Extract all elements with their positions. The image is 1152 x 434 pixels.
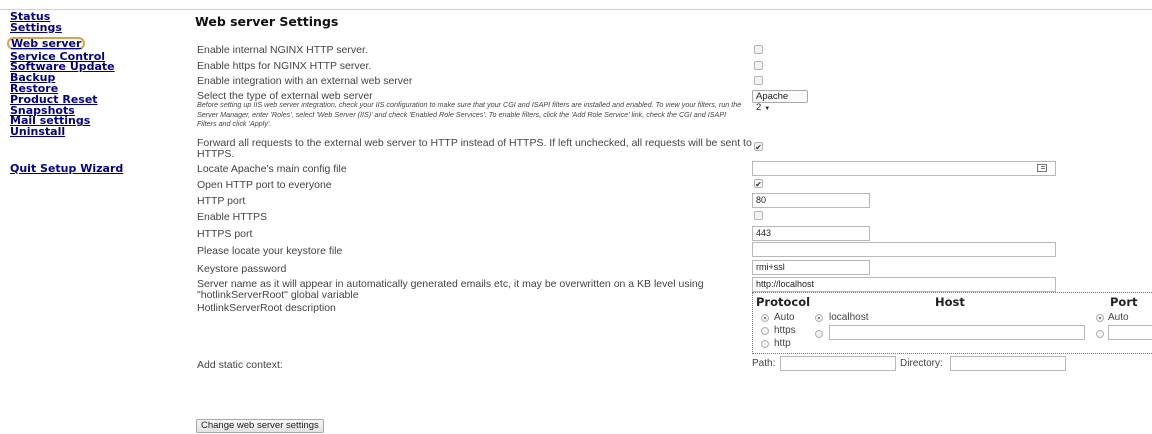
keystore-file-input[interactable]	[752, 242, 1056, 257]
host-localhost-radio[interactable]	[815, 314, 823, 322]
keystore-file-label: Please locate your keystore file	[197, 245, 343, 257]
protocol-http-radio[interactable]	[761, 340, 769, 348]
enable-external-label: Enable integration with an external web …	[197, 75, 413, 87]
path-label: Path:	[752, 358, 776, 369]
chevron-down-icon: ▼	[764, 106, 771, 112]
directory-label: Directory:	[900, 358, 943, 369]
forward-http-checkbox[interactable]: ✔	[754, 142, 763, 152]
hotlink-desc-label: HotlinkServerRoot description	[197, 302, 336, 314]
enable-https-checkbox[interactable]	[754, 211, 763, 220]
host-custom-input[interactable]	[829, 325, 1085, 340]
port-custom-input[interactable]	[1108, 325, 1152, 340]
sidebar-item-uninstall[interactable]: Uninstall	[10, 126, 160, 138]
file-browse-icon[interactable]	[1037, 164, 1047, 172]
sidebar-item-web-server[interactable]: Web server	[7, 36, 86, 50]
server-name-input[interactable]: http://localhost	[752, 277, 1056, 292]
server-name-label: Server name as it will appear in automat…	[197, 278, 704, 301]
change-settings-button[interactable]: Change web server settings	[196, 419, 324, 433]
host-custom-radio[interactable]	[815, 330, 823, 338]
keystore-password-label: Keystore password	[197, 263, 287, 275]
protocol-https-label: https	[774, 325, 796, 336]
open-http-port-label: Open HTTP port to everyone	[197, 179, 332, 191]
sidebar-nav: Status Settings Web server Service Contr…	[7, 11, 160, 175]
host-header: Host	[935, 295, 965, 309]
enable-nginx-label: Enable internal NGINX HTTP server.	[197, 44, 368, 56]
enable-https-nginx-checkbox[interactable]	[754, 61, 763, 70]
keystore-password-input[interactable]: rmi+ssl	[752, 260, 870, 275]
static-context-label: Add static context:	[197, 359, 283, 371]
external-type-value: Apache 2	[756, 91, 789, 113]
port-auto-radio[interactable]	[1096, 314, 1104, 322]
protocol-header: Protocol	[756, 295, 811, 309]
enable-nginx-checkbox[interactable]	[754, 45, 763, 54]
page-title: Web server Settings	[195, 14, 339, 29]
enable-https-nginx-label: Enable https for NGINX HTTP server.	[197, 60, 372, 72]
http-port-label: HTTP port	[197, 195, 246, 207]
https-port-label: HTTPS port	[197, 228, 253, 240]
enable-https-label: Enable HTTPS	[197, 211, 268, 223]
open-http-port-checkbox[interactable]: ✔	[754, 179, 763, 189]
quit-setup-wizard-link[interactable]: Quit Setup Wizard	[10, 163, 160, 175]
top-divider	[0, 0, 1152, 10]
apache-config-label: Locate Apache's main config file	[197, 163, 347, 175]
protocol-auto-radio[interactable]	[761, 314, 769, 322]
host-localhost-label: localhost	[829, 312, 869, 323]
https-port-input[interactable]: 443	[752, 226, 870, 241]
protocol-auto-label: Auto	[774, 312, 795, 323]
external-type-select[interactable]: Apache 2 ▼	[752, 90, 808, 113]
static-directory-input[interactable]	[950, 356, 1066, 371]
protocol-https-radio[interactable]	[761, 327, 769, 335]
port-auto-label: Auto	[1108, 312, 1129, 323]
protocol-http-label: http	[774, 338, 791, 349]
http-port-input[interactable]: 80	[752, 193, 870, 208]
apache-config-input[interactable]	[752, 161, 1056, 176]
forward-http-label: Forward all requests to the external web…	[197, 137, 752, 160]
port-header: Port	[1110, 295, 1138, 309]
static-path-input[interactable]	[780, 356, 896, 371]
external-type-help: Before setting up IIS web server integra…	[197, 100, 742, 128]
sidebar-item-settings[interactable]: Settings	[10, 22, 160, 34]
port-custom-radio[interactable]	[1096, 330, 1104, 338]
enable-external-checkbox[interactable]	[754, 76, 763, 85]
